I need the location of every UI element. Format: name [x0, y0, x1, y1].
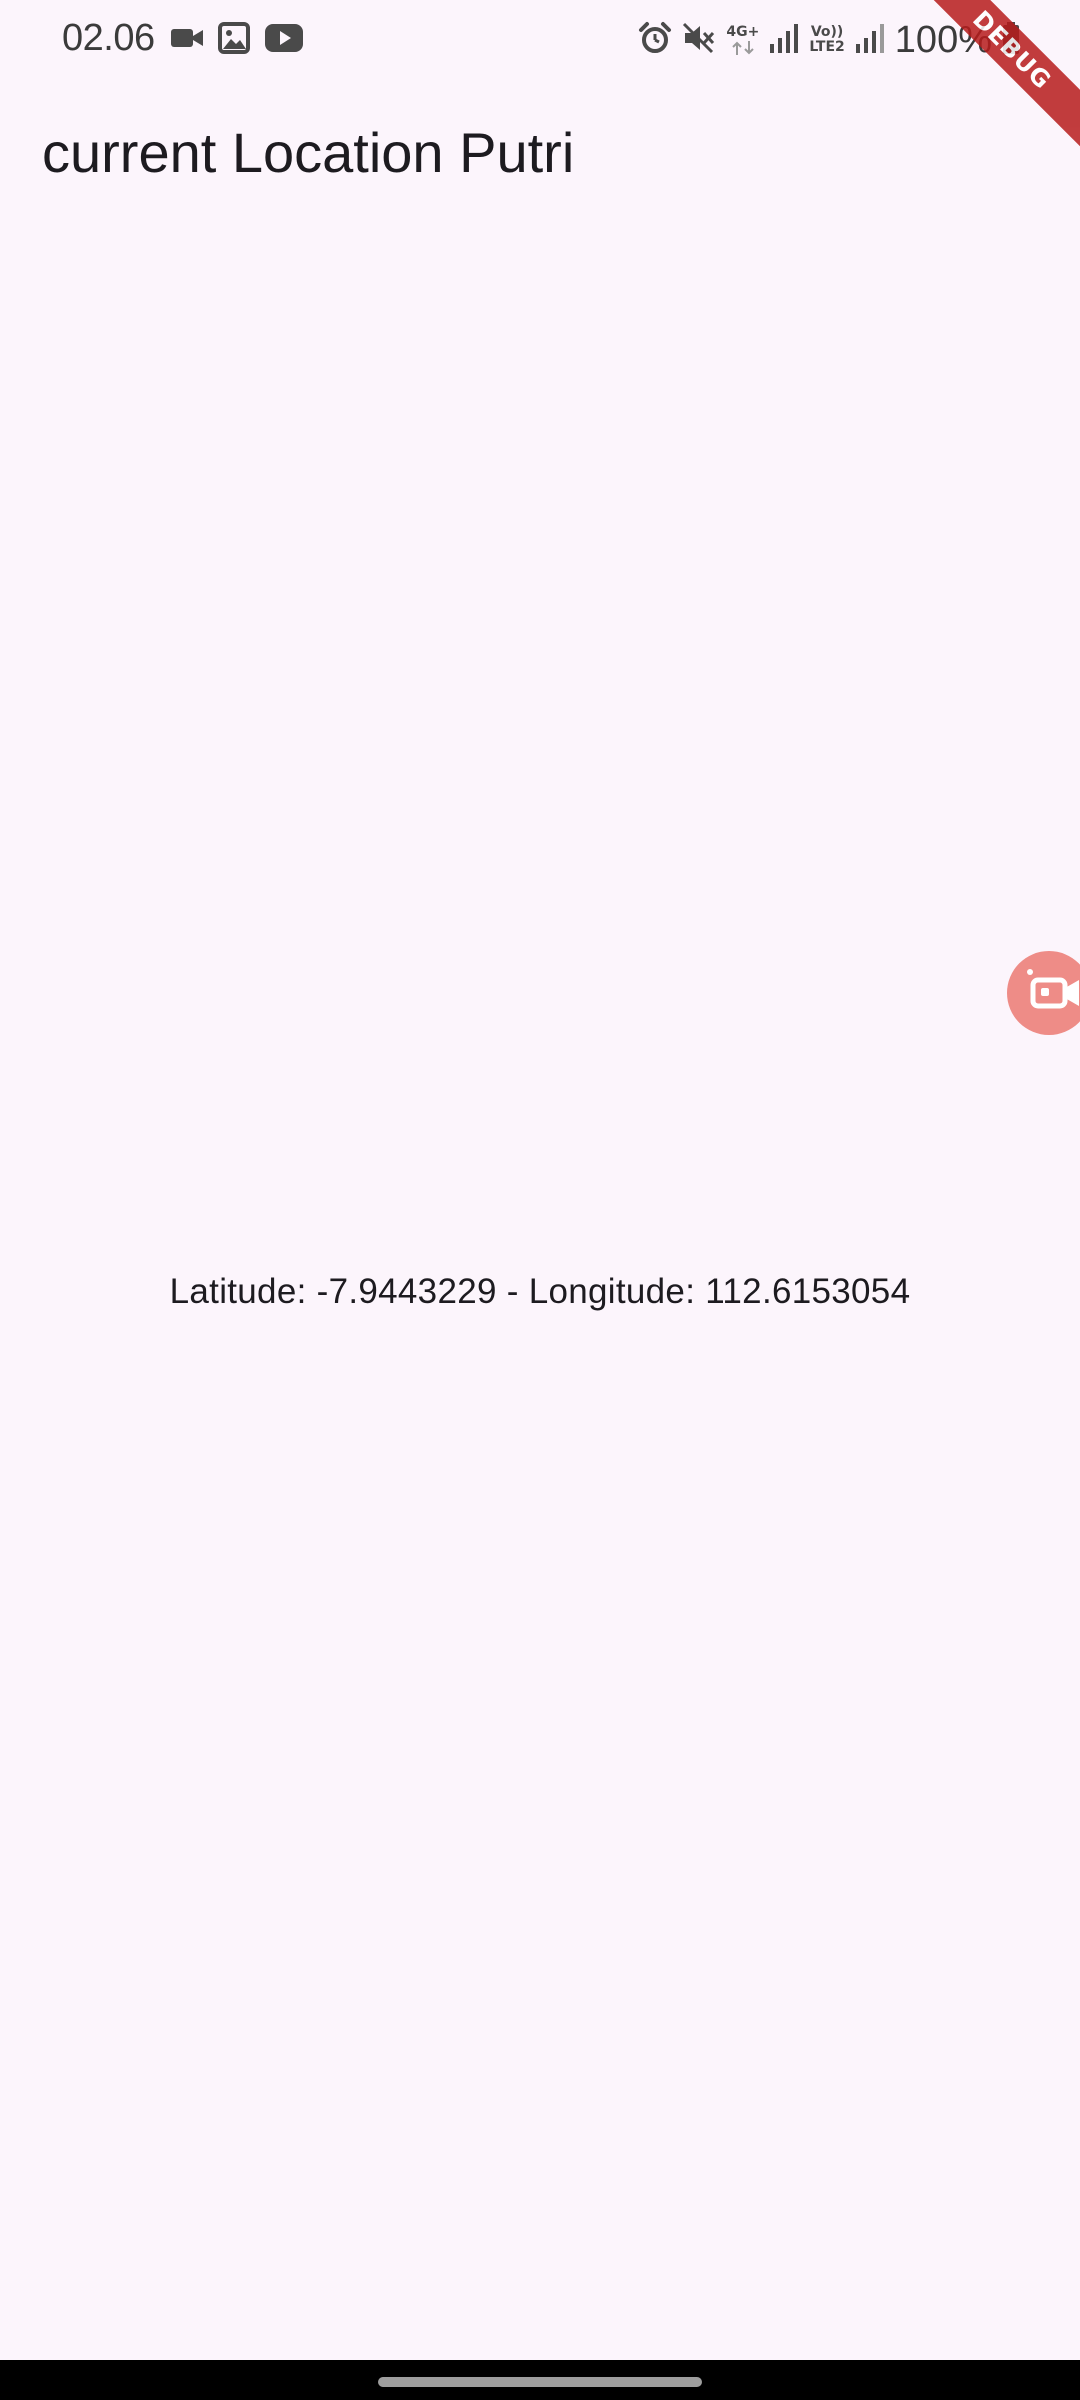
home-gesture-handle[interactable] — [378, 2377, 702, 2387]
navigation-bar — [0, 2360, 1080, 2400]
screen-recorder-button[interactable] — [1007, 951, 1080, 1035]
battery-percent: 100% — [894, 19, 992, 61]
youtube-icon — [264, 23, 304, 58]
page-title: current Location Putri — [42, 121, 575, 184]
network-type-label: 4G+ — [726, 23, 760, 40]
alarm-icon — [638, 21, 672, 60]
status-right-icons: 4G+ Vo)) LTE2 100% — [638, 18, 1020, 62]
screen-recorder-icon — [1023, 966, 1080, 1021]
data-arrows-icon: 4G+ — [726, 23, 760, 56]
video-camera-icon — [170, 25, 204, 56]
gallery-icon — [218, 21, 250, 59]
status-time: 02.06 — [62, 17, 155, 59]
signal-icon — [769, 22, 799, 59]
status-left-icons — [170, 21, 304, 59]
mute-icon — [682, 21, 716, 60]
battery-icon — [1002, 21, 1020, 60]
volte-label-bottom: LTE2 — [809, 39, 845, 55]
status-bar: 02.06 4G+ Vo)) LTE2 100% — [0, 0, 1080, 78]
location-coordinates: Latitude: -7.9443229 - Longitude: 112.61… — [169, 1272, 911, 1311]
volte-label-top: Vo)) — [810, 24, 844, 40]
signal-icon — [855, 22, 885, 59]
volte-icon: Vo)) LTE2 — [809, 25, 844, 55]
app-bar: current Location Putri — [0, 78, 1080, 224]
